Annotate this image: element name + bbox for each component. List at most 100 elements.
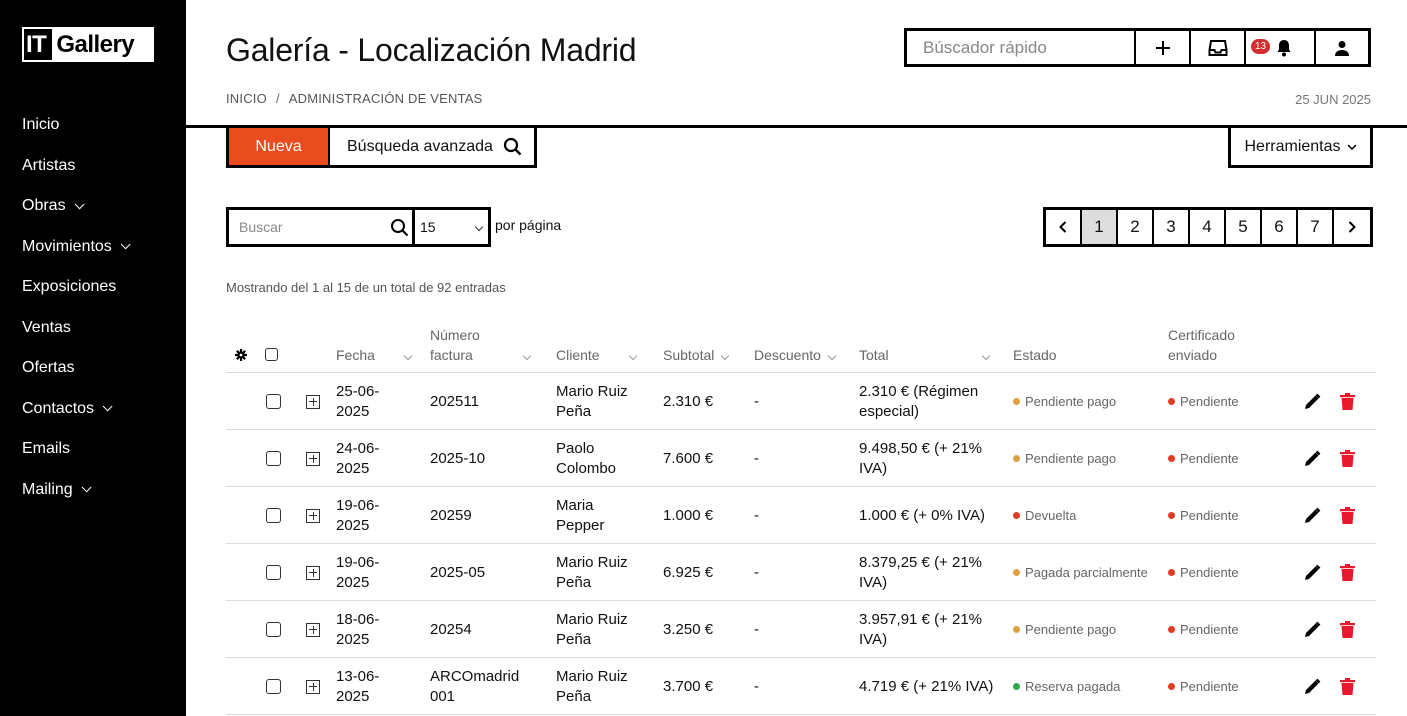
column-cliente[interactable]: Cliente [556,322,637,373]
advanced-search-button[interactable]: Búsqueda avanzada [330,128,534,165]
sidebar-item-label: Emails [22,440,71,458]
cell-factura[interactable]: 2025-10 [430,430,530,487]
cell-subtotal: 2.310 € [663,392,714,410]
row-expand[interactable] [306,544,320,601]
cell-factura[interactable]: 20254 [430,601,530,658]
sidebar-item-ofertas[interactable]: Ofertas [22,348,127,389]
column-subtotal[interactable]: Subtotal [663,322,730,373]
select-all[interactable] [265,322,278,373]
edit-button[interactable] [1303,430,1321,487]
entries-info: Mostrando del 1 al 15 de un total de 92 … [226,280,506,295]
row-select[interactable] [266,373,281,430]
cell-cliente[interactable]: Maria Pepper [556,487,636,544]
add-button[interactable] [1136,31,1191,64]
row-checkbox[interactable] [266,565,281,580]
sidebar-item-ventas[interactable]: Ventas [22,308,127,349]
page-button-1[interactable]: 1 [1082,210,1118,244]
row-select[interactable] [266,544,281,601]
page-button-4[interactable]: 4 [1190,210,1226,244]
expand-plus-icon[interactable] [306,565,320,580]
column-certificado[interactable]: Certificado enviado [1168,322,1248,373]
cell-cliente[interactable]: Mario Ruiz Peña [556,373,636,430]
edit-button[interactable] [1303,658,1321,715]
tools-dropdown[interactable]: Herramientas [1228,128,1373,168]
new-sale-button[interactable]: Nueva [229,128,330,165]
edit-button[interactable] [1303,544,1321,601]
row-checkbox[interactable] [266,508,281,523]
cell-cliente[interactable]: Mario Ruiz Peña [556,601,636,658]
sidebar-item-emails[interactable]: Emails [22,429,127,470]
sidebar-item-obras[interactable]: Obras [22,186,127,227]
certificate-status: Pendiente [1168,373,1239,430]
search-icon[interactable] [390,218,409,237]
certificate-status: Pendiente [1168,601,1239,658]
sidebar-item-contactos[interactable]: Contactos [22,389,127,430]
delete-button[interactable] [1340,373,1355,430]
cell-cliente[interactable]: Mario Ruiz Peña [556,544,636,601]
row-expand[interactable] [306,487,320,544]
column-total[interactable]: Total [859,322,990,373]
page-button-5[interactable]: 5 [1226,210,1262,244]
table-search-input[interactable] [239,219,379,235]
cell-cliente[interactable]: Paolo Colombo [556,430,636,487]
expand-plus-icon[interactable] [306,394,320,409]
row-select[interactable] [266,430,281,487]
quick-search [907,31,1136,64]
sidebar-item-mailing[interactable]: Mailing [22,470,127,511]
cell-cliente[interactable]: Mario Ruiz Peña [556,658,636,715]
sidebar-item-artistas[interactable]: Artistas [22,146,127,187]
page-button-3[interactable]: 3 [1154,210,1190,244]
page-button-2[interactable]: 2 [1118,210,1154,244]
column-fecha[interactable]: Fecha [336,322,413,373]
sidebar-item-exposiciones[interactable]: Exposiciones [22,267,127,308]
logo[interactable]: IT Gallery [22,27,154,62]
page-button-7[interactable]: 7 [1298,210,1334,244]
select-all-checkbox[interactable] [265,348,278,361]
notifications-button[interactable]: 13 [1246,31,1316,64]
row-checkbox[interactable] [266,622,281,637]
edit-button[interactable] [1303,601,1321,658]
inbox-button[interactable] [1191,31,1246,64]
cell-factura[interactable]: 202511 [430,373,530,430]
delete-button[interactable] [1340,658,1355,715]
row-expand[interactable] [306,373,320,430]
cell-factura[interactable]: 20259 [430,487,530,544]
delete-button[interactable] [1340,430,1355,487]
delete-button[interactable] [1340,601,1355,658]
row-checkbox[interactable] [266,394,281,409]
page-button-6[interactable]: 6 [1262,210,1298,244]
edit-button[interactable] [1303,487,1321,544]
delete-button[interactable] [1340,544,1355,601]
delete-button[interactable] [1340,487,1355,544]
row-expand[interactable] [306,430,320,487]
chevron-left-icon [1059,221,1067,233]
column-numero-factura[interactable]: Número factura [430,322,540,373]
column-descuento[interactable]: Descuento [754,322,837,373]
prev-page-button[interactable] [1046,210,1082,244]
trash-icon [1340,393,1355,410]
expand-plus-icon[interactable] [306,679,320,694]
table-row: 25-06-2025 202511 Mario Ruiz Peña 2.310 € - 2… [226,373,1376,430]
row-select[interactable] [266,658,281,715]
sidebar-item-inicio[interactable]: Inicio [22,105,127,146]
row-select[interactable] [266,601,281,658]
expand-plus-icon[interactable] [306,508,320,523]
expand-plus-icon[interactable] [306,622,320,637]
row-select[interactable] [266,487,281,544]
row-checkbox[interactable] [266,679,281,694]
breadcrumb-home[interactable]: INICIO [226,91,267,106]
user-button[interactable] [1316,31,1368,64]
row-expand[interactable] [306,658,320,715]
cell-factura[interactable]: 2025-05 [430,544,530,601]
edit-button[interactable] [1303,373,1321,430]
next-page-button[interactable] [1334,210,1370,244]
row-checkbox[interactable] [266,451,281,466]
per-page-select[interactable]: 15 [414,207,491,247]
quick-search-input[interactable] [923,37,1123,58]
row-expand[interactable] [306,601,320,658]
expand-plus-icon[interactable] [306,451,320,466]
cell-factura[interactable]: ARCOmadrid 001 [430,658,530,715]
sidebar-item-movimientos[interactable]: Movimientos [22,227,131,268]
column-settings[interactable] [235,322,247,373]
column-estado[interactable]: Estado [1013,322,1057,373]
